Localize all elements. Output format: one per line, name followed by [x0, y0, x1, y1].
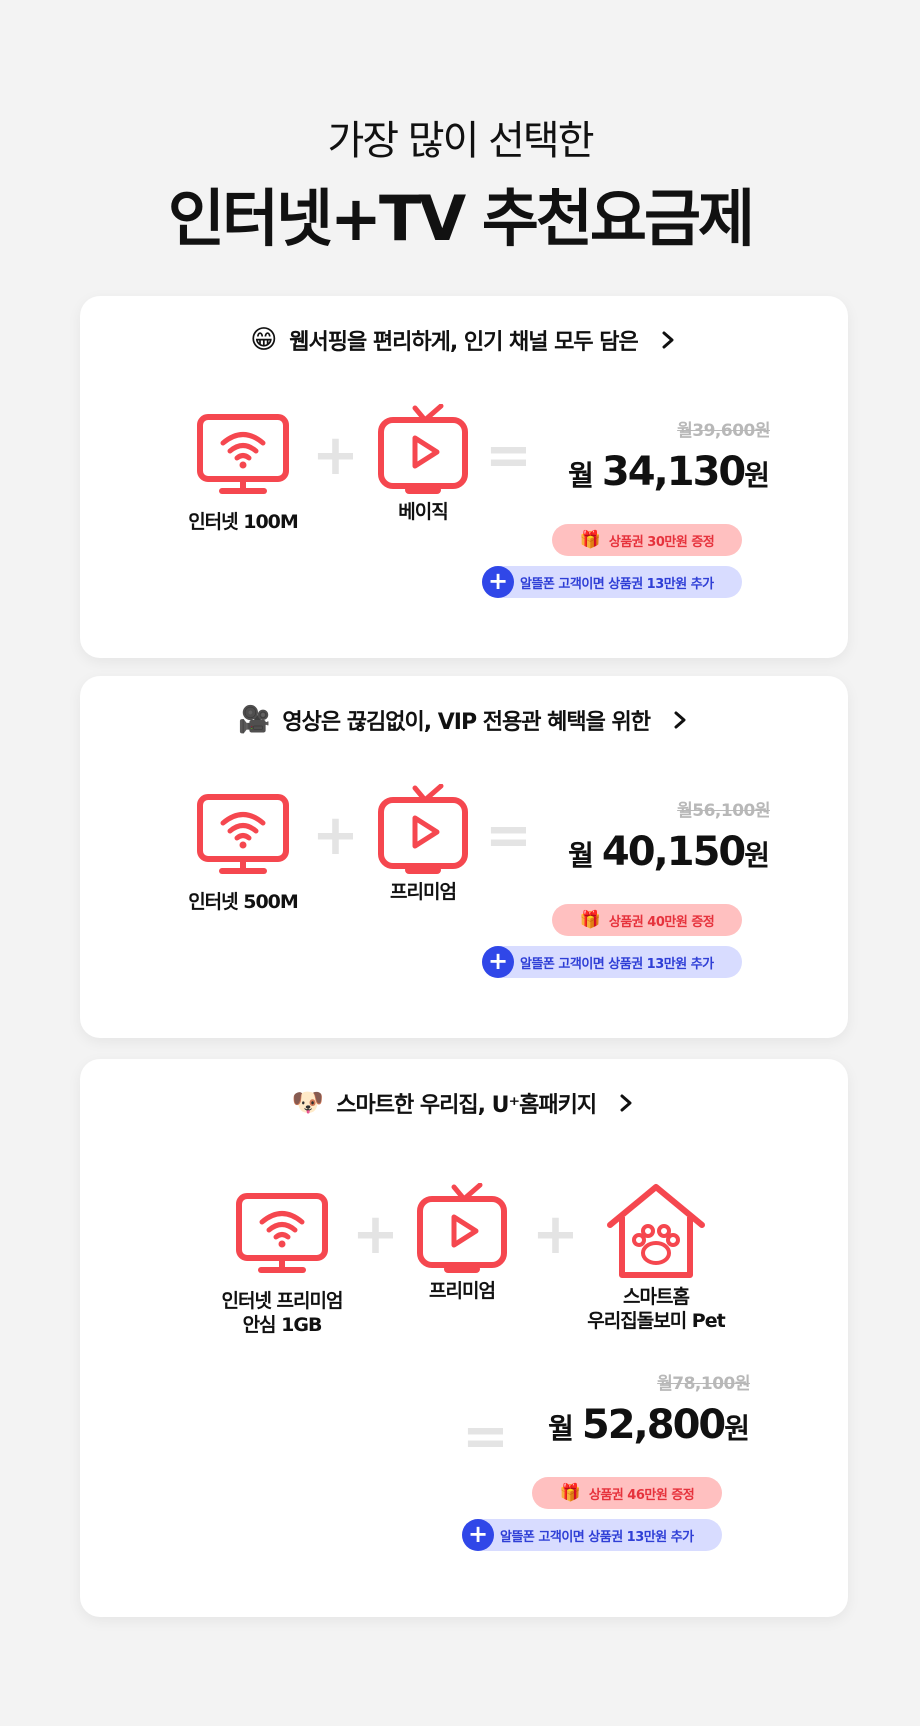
plan-item-label: 인터넷 프리미엄 안심 1GB	[221, 1290, 344, 1336]
tv-play-icon	[378, 784, 468, 874]
monitor-wifi-icon	[197, 794, 289, 874]
plan-headline: 웹서핑을 편리하게, 인기 채널 모두 담은	[289, 330, 638, 355]
plan-item-smarthome: 스마트홈 우리집돌보미 Pet	[576, 1183, 736, 1333]
chevron-right-icon	[674, 711, 686, 729]
price-box: 월56,100원 월 40,150원	[500, 796, 770, 875]
price-box: 월78,100원 월 52,800원	[480, 1369, 750, 1448]
plus-operator: +	[352, 1202, 399, 1267]
gift-badge: 🎁 상품권 46만원 증정	[532, 1477, 722, 1509]
price-amount: 52,800	[581, 1402, 726, 1448]
original-price: 월56,100원	[677, 801, 770, 821]
plan-item-label: 인터넷 500M	[188, 891, 299, 913]
plan-headline-link[interactable]: 🐶 스마트한 우리집, U⁺홈패키지	[80, 1083, 848, 1123]
plan-card-homepackage[interactable]: 🐶 스마트한 우리집, U⁺홈패키지 인터넷 프리미엄 안심 1GB + 프리미…	[80, 1059, 848, 1617]
bonus-badge: + 알뜰폰 고객이면 상품권 13만원 추가	[482, 946, 742, 978]
chevron-right-icon	[620, 1094, 632, 1112]
plan-item-label: 프리미엄	[390, 881, 457, 903]
chevron-right-icon	[662, 331, 674, 349]
original-price: 월78,100원	[657, 1374, 750, 1394]
original-price: 월39,600원	[677, 421, 770, 441]
plan-item-internet: 인터넷 100M	[173, 414, 313, 534]
monitor-wifi-icon	[197, 414, 289, 494]
page-title: 인터넷+TV 추천요금제	[167, 182, 755, 255]
plus-operator: +	[312, 423, 359, 488]
bonus-badge: + 알뜰폰 고객이면 상품권 13만원 추가	[462, 1519, 722, 1551]
plan-item-tv: 프리미엄	[353, 784, 493, 904]
grin-emoji-icon: 😁	[250, 325, 278, 355]
plus-operator: +	[312, 803, 359, 868]
gift-badge: 🎁 상품권 30만원 증정	[552, 524, 742, 556]
page-subtitle: 가장 많이 선택한	[327, 118, 594, 164]
plus-operator: +	[532, 1202, 579, 1267]
final-price: 월 40,150원	[568, 829, 770, 875]
plan-headline: 스마트한 우리집, U⁺홈패키지	[336, 1093, 597, 1118]
gift-badge: 🎁 상품권 40만원 증정	[552, 904, 742, 936]
gift-icon: 🎁	[579, 529, 601, 550]
dog-emoji-icon: 🐶	[291, 1088, 325, 1118]
plan-item-tv: 프리미엄	[392, 1183, 532, 1303]
plan-item-label: 프리미엄	[429, 1280, 496, 1302]
plan-item-label: 베이직	[398, 501, 448, 523]
plan-item-label: 스마트홈 우리집돌보미 Pet	[587, 1286, 725, 1332]
bonus-badge: + 알뜰폰 고객이면 상품권 13만원 추가	[482, 566, 742, 598]
plan-card-basic[interactable]: 😁 웹서핑을 편리하게, 인기 채널 모두 담은 인터넷 100M + 베이직 …	[80, 296, 848, 658]
paw-house-icon	[607, 1184, 705, 1278]
plan-item-internet: 인터넷 500M	[173, 794, 313, 914]
plan-headline: 영상은 끊김없이, VIP 전용관 혜택을 위한	[282, 710, 651, 735]
plan-card-premium[interactable]: 🎥 영상은 끊김없이, VIP 전용관 혜택을 위한 인터넷 500M + 프리…	[80, 676, 848, 1038]
plan-headline-link[interactable]: 🎥 영상은 끊김없이, VIP 전용관 혜택을 위한	[80, 700, 848, 740]
tv-play-icon	[417, 1183, 507, 1273]
plus-icon: +	[482, 566, 514, 598]
price-box: 월39,600원 월 34,130원	[500, 416, 770, 495]
plan-item-internet: 인터넷 프리미엄 안심 1GB	[212, 1193, 352, 1337]
gift-icon: 🎁	[579, 909, 601, 930]
price-amount: 40,150	[601, 829, 746, 875]
plus-icon: +	[462, 1519, 494, 1551]
plan-item-label: 인터넷 100M	[188, 511, 299, 533]
tv-play-icon	[378, 404, 468, 494]
plan-headline-link[interactable]: 😁 웹서핑을 편리하게, 인기 채널 모두 담은	[80, 320, 848, 360]
monitor-wifi-icon	[236, 1193, 328, 1273]
final-price: 월 52,800원	[548, 1402, 750, 1448]
gift-icon: 🎁	[559, 1482, 581, 1503]
plan-item-tv: 베이직	[353, 404, 493, 524]
movie-camera-emoji-icon: 🎥	[238, 705, 271, 735]
price-amount: 34,130	[601, 449, 746, 495]
plus-icon: +	[482, 946, 514, 978]
final-price: 월 34,130원	[568, 449, 770, 495]
